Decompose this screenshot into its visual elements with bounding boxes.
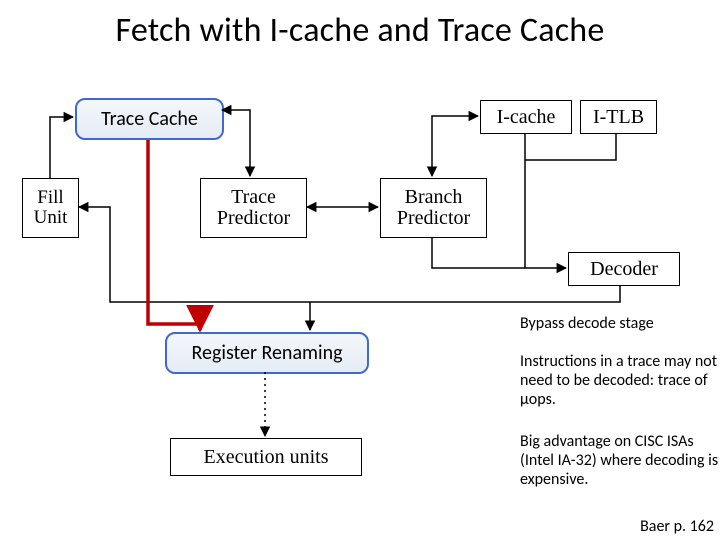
cisc-note-text: Big advantage on CISC ISAs (Intel IA-32)… — [520, 432, 718, 489]
itlb-box: I-TLB — [580, 100, 657, 134]
itlb-label: I-TLB — [593, 107, 644, 128]
trace-predictor-box: Trace Predictor — [200, 178, 307, 238]
cisc-note: Big advantage on CISC ISAs (Intel IA-32)… — [520, 432, 720, 490]
trace-cache-box: Trace Cache — [75, 98, 224, 140]
branch-predictor-label: Branch Predictor — [397, 187, 470, 229]
page-title: Fetch with I-cache and Trace Cache — [0, 10, 720, 51]
trace-note-text: Instructions in a trace may not need to … — [520, 352, 717, 409]
bypass-note: Bypass decode stage — [520, 314, 715, 333]
decoder-label: Decoder — [590, 259, 658, 280]
execution-units-label: Execution units — [204, 447, 329, 468]
citation: Baer p. 162 — [640, 517, 714, 536]
decoder-box: Decoder — [568, 252, 680, 286]
trace-predictor-label: Trace Predictor — [217, 187, 290, 229]
fill-unit-label: Fill Unit — [34, 188, 68, 228]
icache-label: I-cache — [497, 107, 556, 128]
trace-note: Instructions in a trace may not need to … — [520, 352, 720, 410]
register-renaming-label: Register Renaming — [191, 343, 342, 364]
icache-box: I-cache — [480, 100, 572, 134]
register-renaming-box: Register Renaming — [165, 332, 369, 374]
branch-predictor-box: Branch Predictor — [380, 178, 487, 238]
bypass-note-text: Bypass decode stage — [520, 314, 654, 333]
execution-units-box: Execution units — [170, 438, 362, 476]
trace-cache-label: Trace Cache — [101, 109, 198, 130]
fill-unit-box: Fill Unit — [22, 178, 79, 238]
